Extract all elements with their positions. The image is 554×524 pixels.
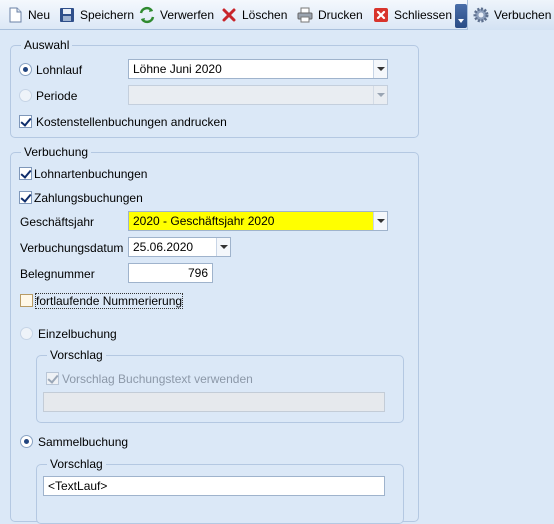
delete-button[interactable]: Löschen xyxy=(220,4,287,26)
kostenstellen-checkbox[interactable] xyxy=(19,115,32,128)
kostenstellen-label: Kostenstellenbuchungen andrucken xyxy=(36,115,227,129)
save-button-label: Speichern xyxy=(80,8,135,22)
chevron-down-icon[interactable] xyxy=(373,86,387,104)
delete-button-label: Löschen xyxy=(242,8,288,22)
new-button[interactable]: Neu xyxy=(6,4,50,26)
save-disk-icon xyxy=(58,6,76,24)
periode-radio[interactable] xyxy=(19,89,32,102)
datum-picker[interactable]: 25.06.2020 xyxy=(128,237,231,257)
delete-x-icon xyxy=(220,6,238,24)
zahlungs-label: Zahlungsbuchungen xyxy=(34,191,143,205)
auswahl-legend: Auswahl xyxy=(21,38,73,52)
fortlaufend-checkbox[interactable] xyxy=(20,294,33,307)
toolbar: Neu Speichern Verwerfen Löschen Drucken … xyxy=(0,0,554,30)
einzel-vorschlag-check-label: Vorschlag Buchungstext verwenden xyxy=(62,372,253,386)
refresh-arrows-icon xyxy=(138,6,156,24)
fortlaufend-label: fortlaufende Nummerierung xyxy=(34,293,184,309)
verbuchung-legend: Verbuchung xyxy=(21,145,92,159)
discard-button[interactable]: Verwerfen xyxy=(138,4,214,26)
discard-button-label: Verwerfen xyxy=(160,8,215,22)
close-button[interactable]: Schliessen xyxy=(372,4,452,26)
lohnlauf-radio[interactable] xyxy=(19,63,32,76)
post-button-label: Verbuchen xyxy=(494,8,552,22)
lohnlauf-combo[interactable]: Löhne Juni 2020 xyxy=(128,59,388,79)
save-button[interactable]: Speichern xyxy=(58,4,134,26)
print-button[interactable]: Drucken xyxy=(296,4,363,26)
einzel-vorschlag-group: Vorschlag xyxy=(36,348,404,423)
lohnlauf-label: Lohnlauf xyxy=(36,63,83,77)
einzel-vorschlag-checkbox[interactable] xyxy=(46,372,59,385)
sammelbuchung-label: Sammelbuchung xyxy=(38,435,129,449)
post-button[interactable]: Verbuchen xyxy=(472,4,551,26)
geschaeftsjahr-label: Geschäftsjahr xyxy=(20,215,95,229)
einzel-vorschlag-legend: Vorschlag xyxy=(47,348,106,362)
beleg-input[interactable]: 796 xyxy=(128,263,213,283)
zahlungs-checkbox[interactable] xyxy=(19,191,32,204)
sammel-vorschlag-input[interactable]: <TextLauf> xyxy=(43,476,385,496)
periode-combo[interactable] xyxy=(128,85,388,105)
einzelbuchung-label: Einzelbuchung xyxy=(38,327,117,341)
einzelbuchung-radio[interactable] xyxy=(20,327,33,340)
geschaeftsjahr-value: 2020 - Geschäftsjahr 2020 xyxy=(133,214,275,228)
einzel-vorschlag-input[interactable] xyxy=(43,392,385,412)
chevron-down-icon[interactable] xyxy=(373,212,387,230)
gear-icon xyxy=(472,6,490,24)
datum-value: 25.06.2020 xyxy=(133,240,194,254)
lohnarten-label: Lohnartenbuchungen xyxy=(34,167,148,181)
lohnlauf-value: Löhne Juni 2020 xyxy=(133,62,222,76)
new-button-label: Neu xyxy=(28,8,51,22)
close-button-label: Schliessen xyxy=(394,8,453,22)
printer-icon xyxy=(296,6,314,24)
geschaeftsjahr-combo[interactable]: 2020 - Geschäftsjahr 2020 xyxy=(128,211,388,231)
sammel-vorschlag-legend: Vorschlag xyxy=(47,457,106,471)
beleg-label: Belegnummer xyxy=(20,267,95,281)
print-button-label: Drucken xyxy=(318,8,363,22)
datum-label: Verbuchungsdatum xyxy=(20,241,124,255)
chevron-down-icon[interactable] xyxy=(216,238,230,256)
close-x-box-icon xyxy=(372,6,390,24)
toolbar-secondary: Verbuchen xyxy=(467,0,554,30)
periode-label: Periode xyxy=(36,89,78,103)
chevron-down-icon[interactable] xyxy=(373,60,387,78)
lohnarten-checkbox[interactable] xyxy=(19,167,32,180)
new-document-icon xyxy=(6,6,24,24)
sammelbuchung-radio[interactable] xyxy=(20,435,33,448)
toolbar-overflow-button[interactable] xyxy=(455,4,467,28)
